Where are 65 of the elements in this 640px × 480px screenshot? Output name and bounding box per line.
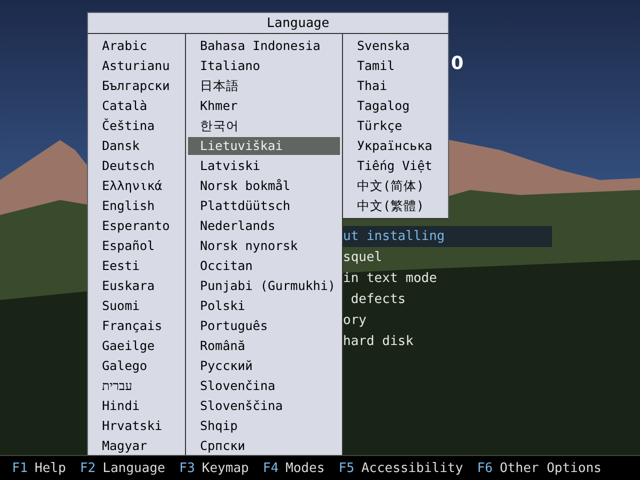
language-option[interactable]: Português (187, 316, 341, 336)
language-option[interactable]: Punjabi (Gurmukhi) (187, 276, 341, 296)
language-option[interactable]: Occitan (187, 256, 341, 276)
language-option[interactable]: Français (89, 316, 184, 336)
logo-text: 0 (451, 52, 464, 76)
language-option[interactable]: Bahasa Indonesia (187, 36, 341, 56)
language-option[interactable]: Svenska (344, 36, 447, 56)
language-option[interactable]: Italiano (187, 56, 341, 76)
language-option[interactable]: Khmer (187, 96, 341, 116)
language-option[interactable]: Latviski (187, 156, 341, 176)
language-option[interactable]: Suomi (89, 296, 184, 316)
function-key-option[interactable]: F6 Other Options (477, 460, 602, 476)
language-option[interactable]: Gaeilge (89, 336, 184, 356)
language-option[interactable]: Tamil (344, 56, 447, 76)
language-option[interactable]: Plattdüütsch (187, 196, 341, 216)
function-key-option[interactable]: F5 Accessibility (338, 460, 464, 476)
language-option[interactable]: Српски (187, 436, 341, 456)
language-option[interactable]: Español (89, 236, 184, 256)
language-option[interactable]: Norsk bokmål (187, 176, 341, 196)
language-option[interactable]: Català (89, 96, 184, 116)
function-key-option[interactable]: F4 Modes (262, 460, 325, 476)
language-option[interactable]: Arabic (89, 36, 184, 56)
language-option[interactable]: Română (187, 336, 341, 356)
dialog-title: Language (87, 12, 449, 34)
language-option[interactable]: English (89, 196, 184, 216)
language-option[interactable]: Thai (344, 76, 447, 96)
language-option[interactable]: Slovenščina (187, 396, 341, 416)
language-option[interactable]: Hindi (89, 396, 184, 416)
language-option[interactable]: Asturianu (89, 56, 184, 76)
language-option[interactable]: Български (89, 76, 184, 96)
language-option[interactable]: 中文(简体) (344, 176, 447, 196)
language-option[interactable]: עברית (89, 376, 184, 396)
language-option[interactable]: Slovenčina (187, 376, 341, 396)
language-option[interactable]: Euskara (89, 276, 184, 296)
boot-menu-item[interactable]: ory (343, 310, 552, 331)
language-option[interactable]: Hrvatski (89, 416, 184, 436)
language-option[interactable]: Nederlands (187, 216, 341, 236)
language-option[interactable]: Українська (344, 136, 447, 156)
language-option[interactable]: Polski (187, 296, 341, 316)
language-option[interactable]: Shqip (187, 416, 341, 436)
language-option[interactable]: Magyar (89, 436, 184, 456)
language-option[interactable]: Deutsch (89, 156, 184, 176)
language-option[interactable]: Norsk nynorsk (187, 236, 341, 256)
boot-menu-item[interactable]: in text mode (343, 268, 552, 289)
language-option[interactable]: Tiếng Việt (344, 156, 447, 176)
language-option[interactable]: 日本語 (187, 76, 341, 96)
function-key-option[interactable]: F1 Help (12, 460, 66, 476)
language-option[interactable]: Türkçe (344, 116, 447, 136)
language-option[interactable]: Ελληνικά (89, 176, 184, 196)
language-option[interactable]: Eesti (89, 256, 184, 276)
language-option[interactable]: 中文(繁體) (344, 196, 447, 216)
language-option[interactable]: Русский (187, 356, 341, 376)
language-option[interactable]: 한국어 (187, 116, 341, 136)
language-option[interactable]: Esperanto (89, 216, 184, 236)
boot-menu-item[interactable]: hard disk (343, 331, 552, 352)
language-option[interactable]: Dansk (89, 136, 184, 156)
language-option[interactable]: Lietuviškai (187, 136, 341, 156)
boot-menu-item[interactable]: defects (343, 289, 552, 310)
boot-menu-item[interactable]: squel (343, 247, 552, 268)
boot-menu-item[interactable]: ut installing (343, 226, 552, 247)
function-key-option[interactable]: F3 Keymap (179, 460, 249, 476)
language-option[interactable]: Galego (89, 356, 184, 376)
language-option[interactable]: Tagalog (344, 96, 447, 116)
function-key-option[interactable]: F2 Language (80, 460, 166, 476)
language-option[interactable]: Čeština (89, 116, 184, 136)
